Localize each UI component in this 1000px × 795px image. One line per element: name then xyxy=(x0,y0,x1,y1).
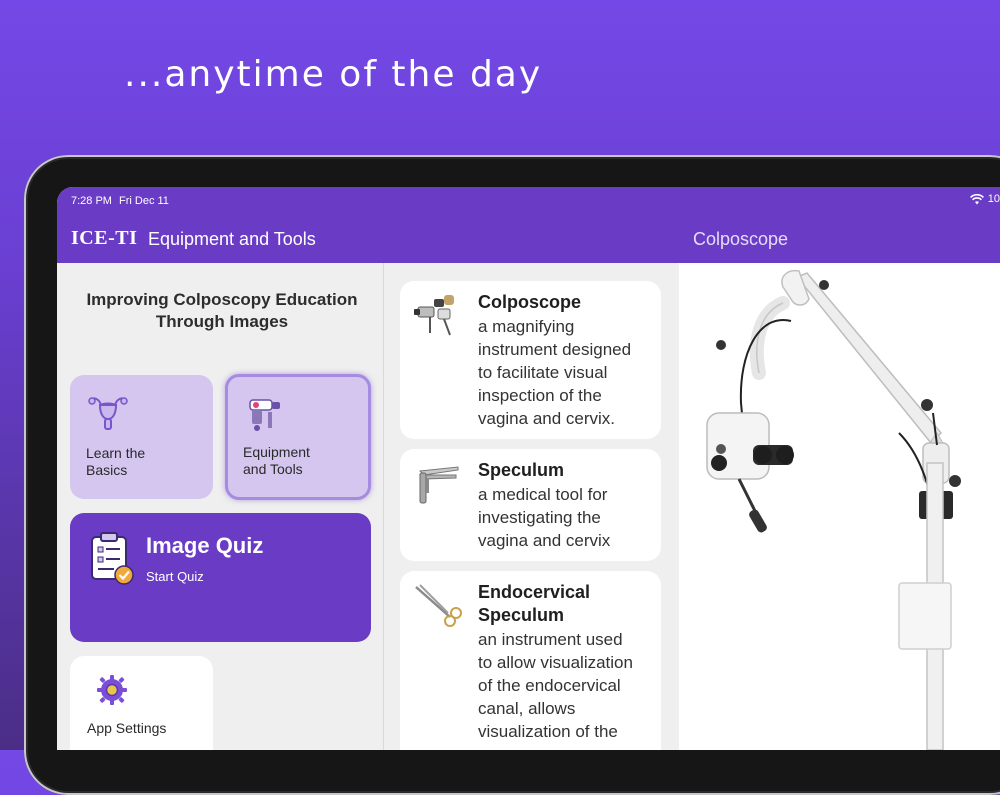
uterus-icon xyxy=(88,397,128,430)
status-right: 10 xyxy=(969,193,1000,205)
tile-label-line: Basics xyxy=(86,462,128,478)
list-item-endocervical-speculum[interactable]: Endocervical Speculum an instrument used… xyxy=(400,571,661,750)
card-desc-line: of the endocervical xyxy=(478,676,621,695)
nav-title: Equipment and Tools xyxy=(148,229,316,249)
card-desc-line: a magnifying xyxy=(478,317,575,336)
card-desc-line: vagina and cervix xyxy=(478,531,611,550)
card-desc-line: investigating the xyxy=(478,508,601,527)
card-desc-line: inspection of the xyxy=(478,386,602,405)
colposcope-thumbnail xyxy=(414,295,454,336)
wifi-icon xyxy=(969,193,984,204)
endocervical-speculum-thumbnail xyxy=(415,584,462,627)
card-title-line: Endocervical xyxy=(478,582,591,602)
list-item-speculum[interactable]: Speculum a medical tool for investigatin… xyxy=(400,449,661,561)
detail-pane xyxy=(679,263,1000,750)
speculum-thumbnail xyxy=(418,466,459,504)
equipment-tools-tile[interactable]: Equipment and Tools xyxy=(225,374,371,500)
learn-basics-tile[interactable]: Learn the Basics xyxy=(70,375,213,499)
card-desc-line: a medical tool for xyxy=(478,485,608,504)
marketing-tagline: ...anytime of the day xyxy=(124,54,543,95)
card-description: a medical tool for investigating the vag… xyxy=(478,483,658,552)
colposcope-image xyxy=(706,269,961,750)
battery-percent: 10 xyxy=(987,193,1000,205)
card-desc-line: instrument designed xyxy=(478,340,632,359)
tile-label: Equipment and Tools xyxy=(243,444,353,478)
card-description: an instrument used to allow visualizatio… xyxy=(478,628,658,743)
colposcope-icon xyxy=(249,399,280,431)
gear-icon xyxy=(97,675,127,705)
card-title: Endocervical Speculum xyxy=(478,581,653,627)
tile-label-line: Equipment xyxy=(243,444,310,460)
tile-label-line: Learn the xyxy=(86,445,146,461)
card-title: Colposcope xyxy=(478,292,582,312)
card-desc-line: vagina and cervix. xyxy=(478,409,616,428)
nav-bar: ICE-TI Equipment and Tools Colposcope xyxy=(57,215,1000,263)
card-title: Speculum xyxy=(478,460,565,480)
image-quiz-card[interactable]: Image Quiz Start Quiz xyxy=(70,513,371,642)
status-time: 7:28 PM xyxy=(71,195,112,207)
card-title-line: Speculum xyxy=(478,605,565,625)
settings-label: App Settings xyxy=(87,720,167,736)
card-desc-line: canal, allows xyxy=(478,699,576,718)
card-desc-line: to facilitate visual xyxy=(478,363,608,382)
quiz-title: Image Quiz xyxy=(146,533,264,558)
tile-label-line: and Tools xyxy=(243,461,303,477)
app-settings-tile[interactable]: App Settings xyxy=(70,656,213,750)
sidebar-heading-line: Through Images xyxy=(155,312,289,331)
app-screen: 7:28 PM Fri Dec 11 10 ICE-TI Equipment a… xyxy=(57,187,1000,750)
quiz-subtitle: Start Quiz xyxy=(146,569,204,584)
sidebar: Improving Colposcopy Education Through I… xyxy=(57,263,384,750)
card-desc-line: visualization of the xyxy=(478,722,618,741)
status-bar: 7:28 PM Fri Dec 11 10 xyxy=(57,187,1000,215)
detail-title: Colposcope xyxy=(693,229,789,249)
app-logo[interactable]: ICE-TI xyxy=(71,227,137,250)
list-item-colposcope[interactable]: Colposcope a magnifying instrument desig… xyxy=(400,281,661,439)
sidebar-heading-line: Improving Colposcopy Education xyxy=(86,290,358,309)
sidebar-heading: Improving Colposcopy Education Through I… xyxy=(69,289,375,333)
card-desc-line: an instrument used xyxy=(478,630,623,649)
card-description: a magnifying instrument designed to faci… xyxy=(478,315,658,430)
clipboard-check-icon xyxy=(91,532,134,585)
equipment-list: Colposcope a magnifying instrument desig… xyxy=(384,263,679,750)
tile-label: Learn the Basics xyxy=(86,445,196,479)
card-desc-line: to allow visualization xyxy=(478,653,633,672)
status-date: Fri Dec 11 xyxy=(119,195,169,207)
